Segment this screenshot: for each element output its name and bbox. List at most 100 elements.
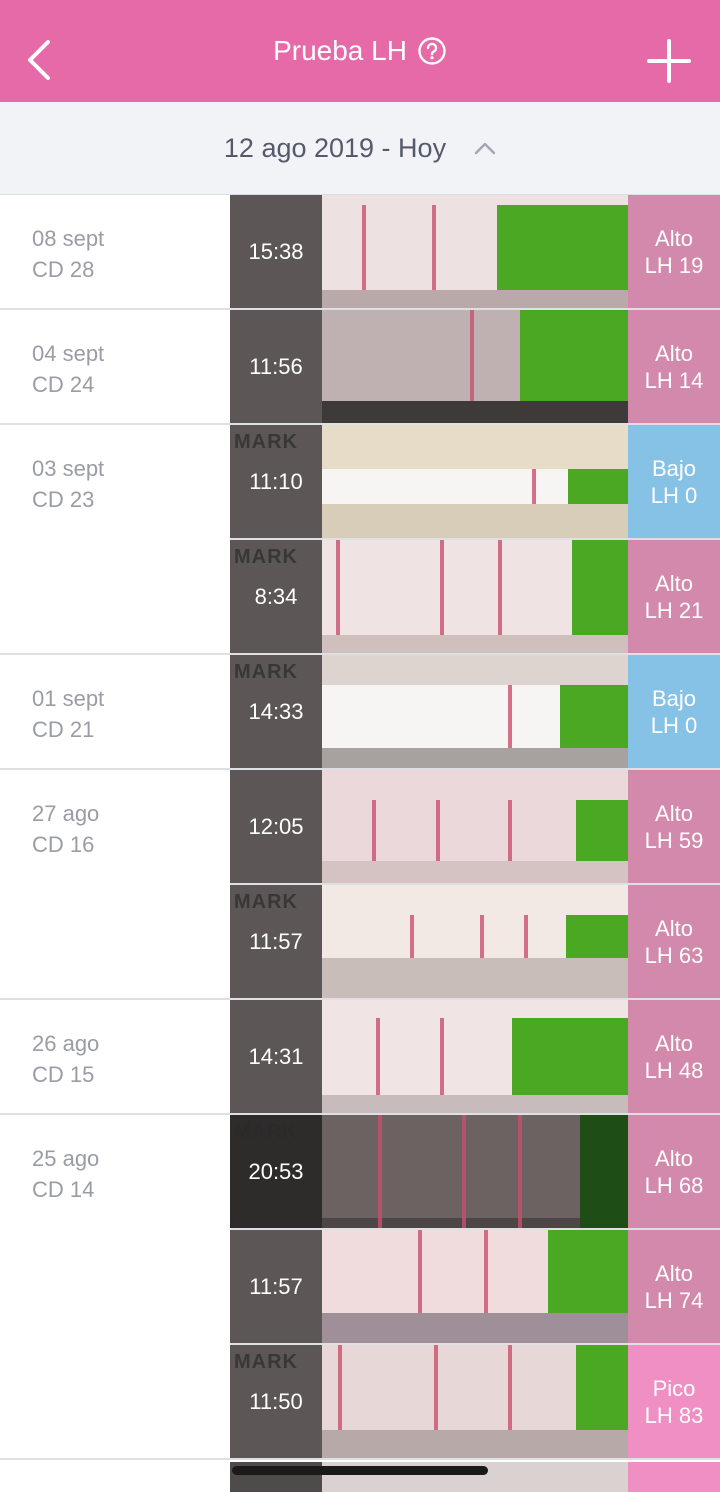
cycle-day: CD 24 xyxy=(32,372,95,397)
result-cell: Alto LH 59 xyxy=(628,770,720,883)
test-strip-photo xyxy=(322,885,628,998)
test-time: 11:10 xyxy=(249,468,303,494)
test-time: 11:56 xyxy=(249,353,303,379)
strip-mark-text: MARK xyxy=(234,1121,298,1143)
test-strip-photo xyxy=(322,540,628,653)
plus-icon[interactable] xyxy=(646,38,692,84)
test-row[interactable]: 12:05 Alto LH 59 xyxy=(230,770,720,883)
lh-value: LH 74 xyxy=(644,1287,704,1313)
app-header: Prueba LH xyxy=(0,0,720,102)
day-label: 27 ago CD 16 xyxy=(32,798,99,860)
day-group: 25 ago CD 14 20:53 MARK Alto LH 68 11:57 Alto LH… xyxy=(0,1115,720,1460)
lh-value: LH 63 xyxy=(644,942,704,968)
test-time: 8:34 xyxy=(254,583,298,609)
test-strip-photo xyxy=(322,1345,628,1458)
lh-value: LH 0 xyxy=(650,482,698,508)
chevron-up-icon[interactable] xyxy=(474,141,496,155)
lh-value: LH 83 xyxy=(644,1402,704,1428)
strip-control-zone xyxy=(576,1345,628,1430)
test-strip-photo xyxy=(322,1230,628,1343)
lh-value: LH 14 xyxy=(644,367,704,393)
result-cell: Alto LH 19 xyxy=(628,195,720,308)
strip-control-zone xyxy=(560,685,628,748)
test-line xyxy=(376,1018,380,1095)
day-label: 08 sept CD 28 xyxy=(32,223,104,285)
result-level: Pico xyxy=(652,1375,696,1401)
day-date: 03 sept xyxy=(32,456,105,481)
result-level: Alto xyxy=(655,225,693,251)
day-label: 04 sept CD 24 xyxy=(32,338,104,400)
time-cell: 14:31 xyxy=(230,1000,322,1113)
time-cell: 11:57 xyxy=(230,1230,322,1343)
test-row[interactable]: 20:53 MARK Alto LH 68 xyxy=(230,1115,720,1228)
test-line xyxy=(508,685,512,748)
test-time: 20:53 xyxy=(248,1158,304,1184)
time-cell: 12:05 xyxy=(230,770,322,883)
result-cell: Alto LH 74 xyxy=(628,1230,720,1343)
header-title-wrap: Prueba LH xyxy=(0,0,720,102)
test-time: 14:33 xyxy=(248,698,304,724)
strip-control-zone xyxy=(568,469,628,504)
test-row[interactable]: 11:57 Alto LH 74 xyxy=(230,1228,720,1343)
test-line xyxy=(410,915,414,958)
result-cell xyxy=(628,1462,720,1492)
strip-mark-text: MARK xyxy=(234,546,298,568)
cycle-day: CD 15 xyxy=(32,1062,95,1087)
test-line xyxy=(372,800,376,861)
test-line xyxy=(440,1018,444,1095)
home-indicator[interactable] xyxy=(232,1466,488,1475)
test-line xyxy=(484,1230,488,1313)
test-time: 15:38 xyxy=(248,238,304,264)
test-time: 14:31 xyxy=(248,1043,304,1069)
strip-control-zone xyxy=(566,915,628,958)
test-strip-photo xyxy=(322,310,628,423)
test-row[interactable]: 15:38 Alto LH 19 xyxy=(230,195,720,308)
day-date: 27 ago xyxy=(32,801,100,826)
date-range-bar[interactable]: 12 ago 2019 - Hoy xyxy=(0,102,720,195)
lh-value: LH 19 xyxy=(644,252,704,278)
result-cell: Alto LH 21 xyxy=(628,540,720,653)
lh-value: LH 68 xyxy=(644,1172,704,1198)
cycle-day: CD 21 xyxy=(32,717,95,742)
test-line xyxy=(432,205,436,290)
test-time: 11:57 xyxy=(249,1273,303,1299)
test-strip-photo xyxy=(322,195,628,308)
test-line xyxy=(378,1115,382,1228)
day-label: 26 ago CD 15 xyxy=(32,1028,99,1090)
test-row[interactable]: 11:56 Alto LH 14 xyxy=(230,310,720,423)
date-range-label: 12 ago 2019 - Hoy xyxy=(223,132,447,163)
time-cell: 14:33 MARK xyxy=(230,655,322,768)
strip-control-zone xyxy=(497,205,628,290)
time-cell: 11:50 MARK xyxy=(230,1345,322,1458)
day-date: 01 sept xyxy=(32,686,105,711)
result-level: Bajo xyxy=(651,455,697,481)
result-level: Alto xyxy=(655,570,693,596)
strip-control-zone xyxy=(548,1230,628,1313)
lh-value: LH 0 xyxy=(650,712,698,738)
test-line xyxy=(518,1115,522,1228)
test-line xyxy=(436,800,440,861)
time-cell: 11:10 MARK xyxy=(230,425,322,538)
test-strip-photo xyxy=(322,655,628,768)
test-row[interactable]: 11:10 MARK Bajo LH 0 xyxy=(230,425,720,538)
test-line xyxy=(418,1230,422,1313)
day-group: 01 sept CD 21 14:33 MARK Bajo LH 0 xyxy=(0,655,720,770)
test-row[interactable]: 11:50 MARK Pico LH 83 xyxy=(230,1343,720,1458)
cycle-day: CD 14 xyxy=(32,1177,95,1202)
strip-control-zone xyxy=(520,310,628,401)
day-group: 03 sept CD 23 11:10 MARK Bajo LH 0 8:34 MARK Alt… xyxy=(0,425,720,655)
result-cell: Bajo LH 0 xyxy=(628,655,720,768)
test-row[interactable]: 11:57 MARK Alto LH 63 xyxy=(230,883,720,998)
strip-mark-text: MARK xyxy=(234,431,298,453)
test-time: 11:50 xyxy=(249,1388,303,1414)
strip-mark-text: MARK xyxy=(234,891,298,913)
result-level: Alto xyxy=(655,340,693,366)
test-row[interactable]: 14:31 Alto LH 48 xyxy=(230,1000,720,1113)
test-time: 12:05 xyxy=(248,813,304,839)
test-row[interactable]: 8:34 MARK Alto LH 21 xyxy=(230,538,720,653)
test-line xyxy=(508,800,512,861)
test-line xyxy=(362,205,366,290)
question-circle-icon[interactable] xyxy=(417,36,447,66)
test-row[interactable]: 14:33 MARK Bajo LH 0 xyxy=(230,655,720,768)
cycle-day: CD 16 xyxy=(32,832,95,857)
